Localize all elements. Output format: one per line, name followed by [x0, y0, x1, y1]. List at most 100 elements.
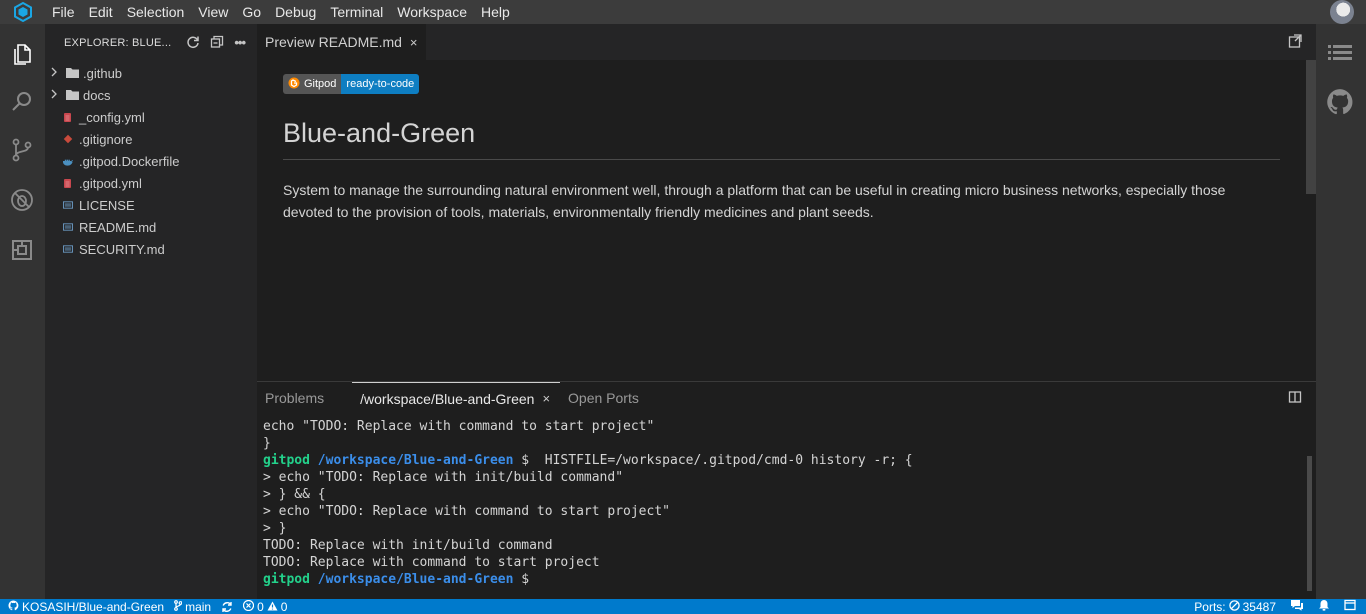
github-icon — [8, 599, 19, 614]
folder-icon — [66, 66, 79, 81]
repo-status-item[interactable]: KOSASIH/Blue-and-Green — [8, 600, 164, 614]
ports-status-item[interactable]: Ports: 35487 — [1194, 600, 1276, 614]
problems-status-item[interactable]: 0 0 — [242, 599, 288, 614]
collapse-all-icon[interactable] — [210, 35, 224, 52]
menu-workspace[interactable]: Workspace — [390, 0, 474, 24]
tree-file-gitignore[interactable]: .gitignore — [45, 128, 257, 150]
branch-label: main — [185, 599, 212, 614]
activity-bar — [0, 24, 45, 599]
refresh-icon[interactable] — [186, 35, 200, 52]
editor-tabbar: Preview README.md × — [257, 24, 1316, 60]
explorer-header: EXPLORER: BLUE... ••• — [45, 24, 257, 62]
tab-label: Problems — [265, 390, 325, 406]
terminal-line: gitpod /workspace/Blue-and-Green $ HISTF… — [263, 452, 913, 469]
error-count: 0 — [257, 599, 264, 614]
chevron-right-icon — [50, 67, 60, 80]
tree-item-label: _config.yml — [79, 109, 145, 125]
tab-problems[interactable]: Problems — [257, 382, 332, 414]
split-panel-icon[interactable] — [1288, 390, 1302, 407]
badge-right: ready-to-code — [341, 74, 420, 94]
more-actions-icon[interactable]: ••• — [234, 36, 246, 49]
chevron-right-icon — [50, 89, 60, 102]
markdown-file-icon — [63, 245, 73, 253]
explorer-sidebar: EXPLORER: BLUE... ••• .github docs _conf… — [45, 24, 257, 599]
prompt-symbol: $ — [521, 453, 530, 468]
menu-view[interactable]: View — [191, 0, 235, 24]
menu-edit[interactable]: Edit — [82, 0, 120, 24]
menu-help[interactable]: Help — [474, 0, 517, 24]
close-icon[interactable]: × — [542, 391, 550, 406]
explorer-title: EXPLORER: BLUE... — [64, 37, 172, 49]
warning-count: 0 — [280, 599, 288, 614]
tree-file-license[interactable]: LICENSE — [45, 194, 257, 216]
gitpod-logo-icon — [288, 77, 300, 92]
avatar[interactable] — [1330, 0, 1354, 24]
menu-terminal[interactable]: Terminal — [323, 0, 390, 24]
git-file-icon — [63, 134, 73, 144]
prompt-symbol: $ — [521, 572, 530, 587]
text-file-icon — [63, 201, 73, 209]
port-number: 35487 — [1242, 599, 1276, 614]
heading-divider — [283, 159, 1280, 160]
terminal-command: HISTFILE=/workspace/.gitpod/cmd-0 histor… — [529, 453, 913, 468]
tree-item-label: .github — [83, 65, 123, 81]
tab-terminal[interactable]: /workspace/Blue-and-Green × — [352, 382, 561, 414]
tree-file-gitpod-dockerfile[interactable]: .gitpod.Dockerfile — [45, 150, 257, 172]
error-icon — [242, 599, 255, 614]
tree-file-security-md[interactable]: SECURITY.md — [45, 238, 257, 260]
gitpod-badge[interactable]: Gitpod ready-to-code — [283, 74, 420, 94]
tree-folder-docs[interactable]: docs — [45, 84, 257, 106]
menu-go[interactable]: Go — [235, 0, 268, 24]
yaml-file-icon — [63, 178, 73, 188]
tree-file-gitpod-yml[interactable]: .gitpod.yml — [45, 172, 257, 194]
editor-scrollbar-thumb[interactable] — [1306, 60, 1316, 194]
close-icon[interactable]: × — [410, 35, 418, 50]
tab-label: Open Ports — [568, 390, 639, 406]
branch-status-item[interactable]: main — [174, 600, 211, 614]
tree-file-config-yml[interactable]: _config.yml — [45, 106, 257, 128]
menu-selection[interactable]: Selection — [120, 0, 192, 24]
tree-item-label: .gitignore — [79, 131, 133, 147]
tab-preview-readme[interactable]: Preview README.md × — [257, 24, 426, 60]
terminal-line: TODO: Replace with command to start proj… — [263, 555, 600, 570]
menu-items: File Edit Selection View Go Debug Termin… — [45, 0, 517, 24]
editor-scrollbar[interactable] — [1305, 60, 1316, 381]
outline-icon[interactable] — [1328, 44, 1352, 67]
bottom-panel: Problems /workspace/Blue-and-Green × Ope… — [257, 381, 1316, 599]
menu-file[interactable]: File — [45, 0, 82, 24]
explorer-actions: ••• — [186, 35, 257, 52]
readme-paragraph: System to manage the surrounding natural… — [283, 182, 1226, 220]
feedback-icon[interactable] — [1290, 599, 1304, 614]
gitpod-logo-icon[interactable] — [0, 0, 45, 24]
yaml-file-icon — [63, 112, 73, 122]
terminal-line: > } && { — [263, 487, 326, 502]
tree-file-readme-md[interactable]: README.md — [45, 216, 257, 238]
repo-label: KOSASIH/Blue-and-Green — [22, 599, 165, 614]
tree-item-label: SECURITY.md — [79, 241, 165, 257]
ports-label: Ports: — [1194, 599, 1226, 614]
debug-icon[interactable] — [8, 186, 36, 214]
terminal-line: > } — [263, 521, 287, 536]
ports-blocked-icon — [1228, 599, 1240, 614]
menu-debug[interactable]: Debug — [268, 0, 323, 24]
source-control-icon[interactable] — [8, 136, 36, 164]
menu-bar: File Edit Selection View Go Debug Termin… — [0, 0, 1366, 24]
branch-icon — [174, 599, 183, 614]
extensions-icon[interactable] — [8, 236, 36, 264]
sync-icon[interactable] — [221, 601, 233, 613]
tab-open-ports[interactable]: Open Ports — [560, 382, 647, 414]
tree-item-label: .gitpod.yml — [79, 175, 142, 191]
toggle-panel-icon[interactable] — [1344, 599, 1356, 614]
bell-icon[interactable] — [1318, 599, 1330, 614]
github-icon[interactable] — [1326, 88, 1354, 119]
files-icon[interactable] — [8, 40, 36, 68]
terminal-scrollbar[interactable] — [1307, 456, 1312, 591]
terminal-output[interactable]: echo "TODO: Replace with command to star… — [263, 418, 913, 588]
terminal-line: gitpod /workspace/Blue-and-Green $ — [263, 571, 913, 588]
terminal-line: TODO: Replace with init/build command — [263, 538, 553, 553]
markdown-preview: Gitpod ready-to-code Blue-and-Green Syst… — [257, 60, 1305, 381]
tree-folder-github[interactable]: .github — [45, 62, 257, 84]
markdown-file-icon — [63, 223, 73, 231]
search-icon[interactable] — [8, 88, 36, 116]
open-source-icon[interactable] — [1288, 34, 1302, 51]
